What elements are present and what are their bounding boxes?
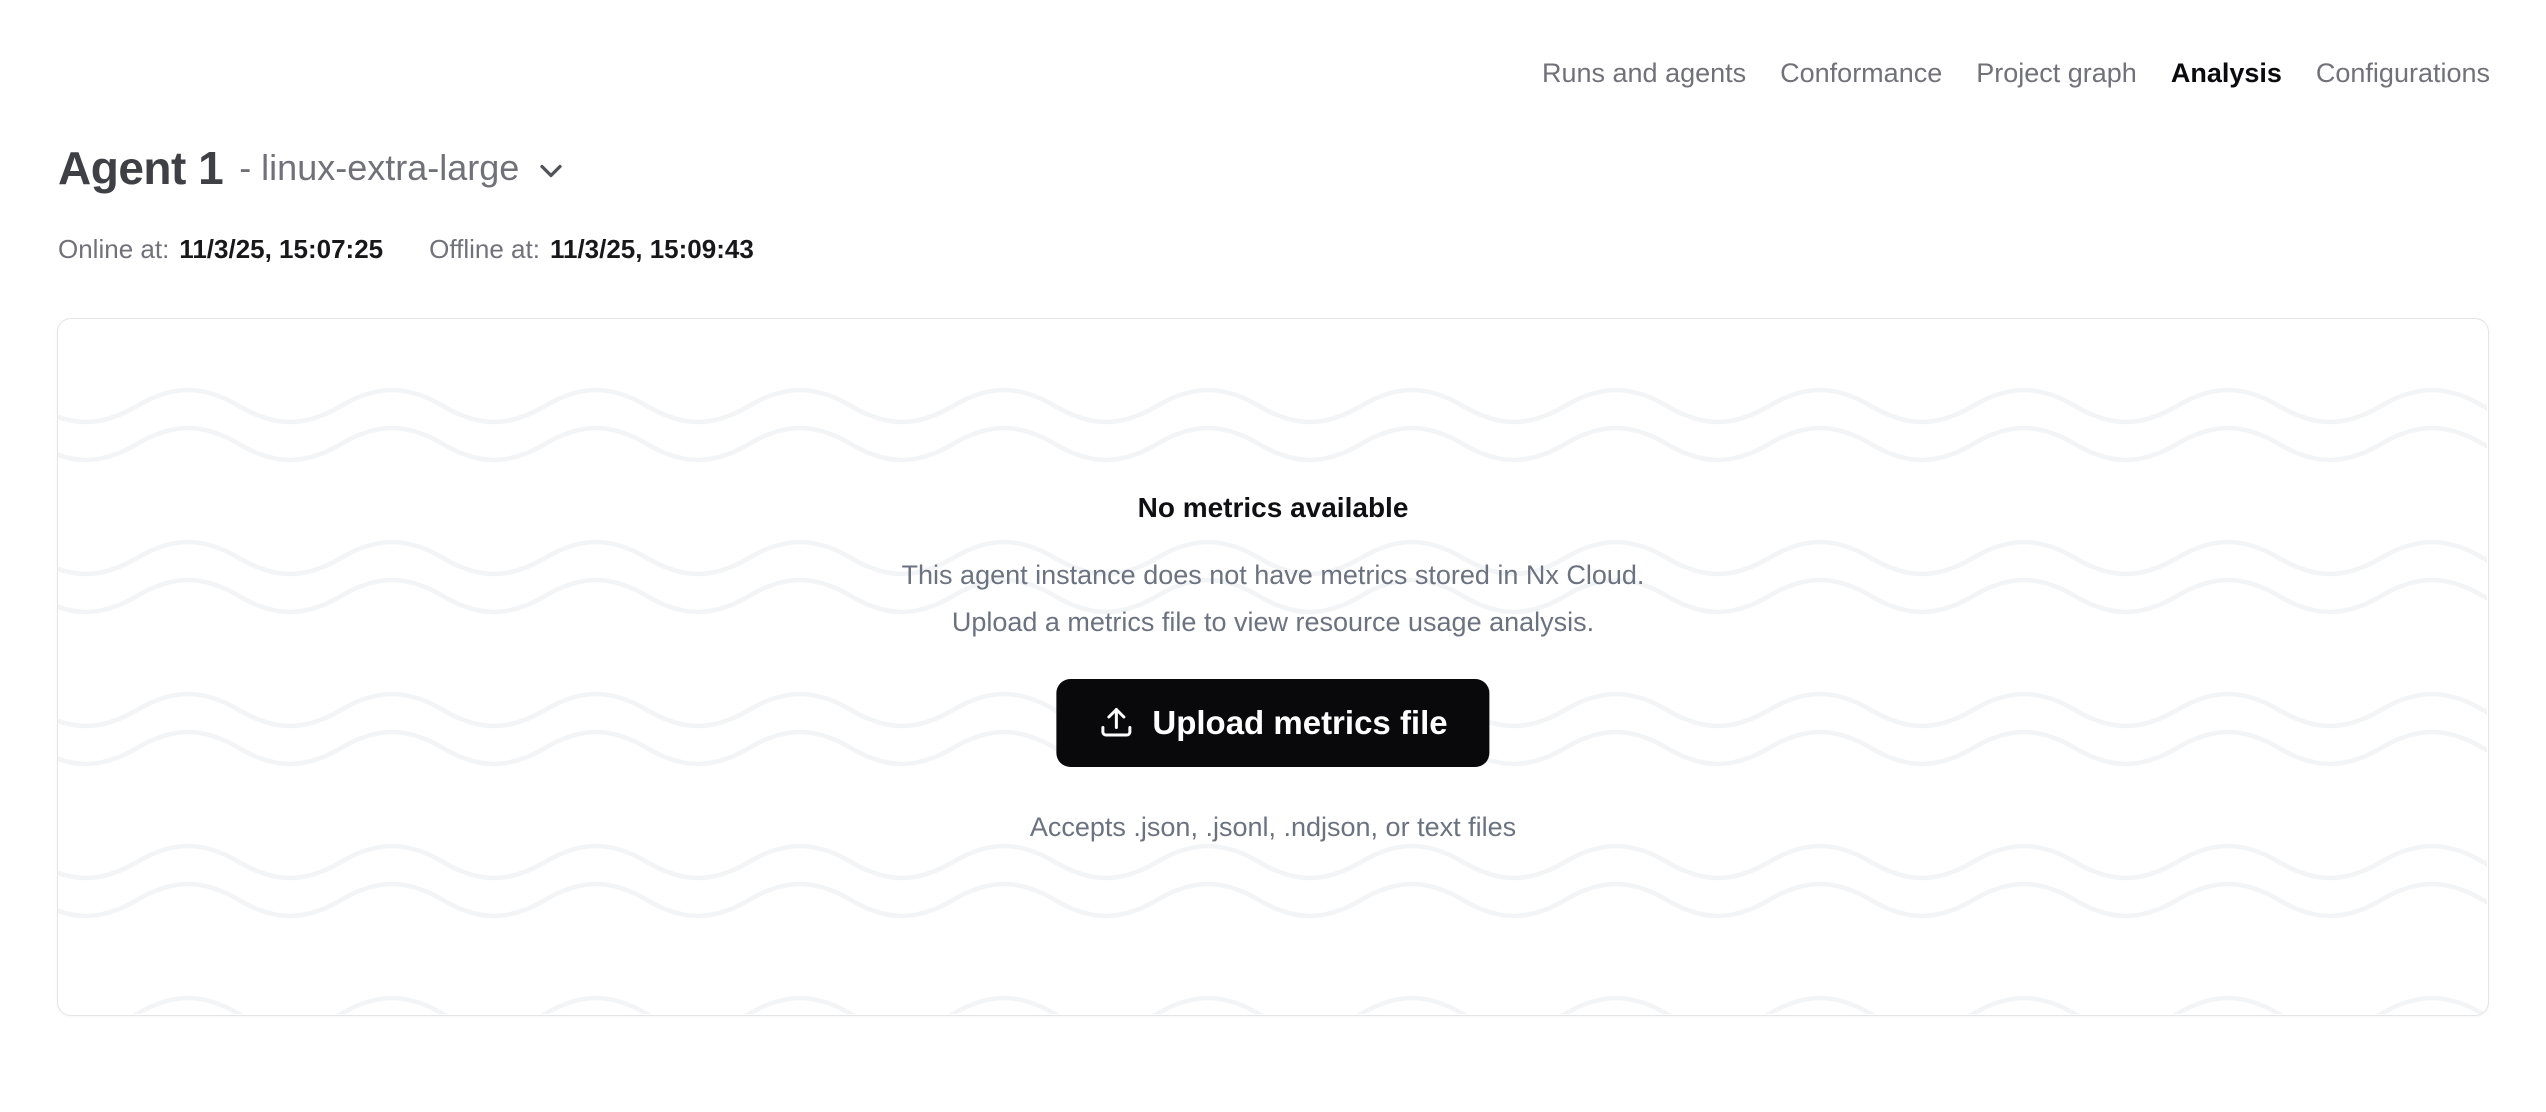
empty-state-description-line2: Upload a metrics file to view resource u… xyxy=(58,604,2488,640)
upload-icon xyxy=(1098,705,1134,741)
nav-item-configurations[interactable]: Configurations xyxy=(2316,57,2490,89)
online-label: Online at: xyxy=(58,232,169,266)
nav-item-conformance[interactable]: Conformance xyxy=(1780,57,1942,89)
online-value: 11/3/25, 15:07:25 xyxy=(179,232,383,266)
empty-state-description-line1: This agent instance does not have metric… xyxy=(58,557,2488,593)
offline-label: Offline at: xyxy=(429,232,540,266)
offline-value: 11/3/25, 15:09:43 xyxy=(550,232,754,266)
agent-times: Online at: 11/3/25, 15:07:25 Offline at:… xyxy=(58,232,754,266)
accepted-files-note: Accepts .json, .jsonl, .ndjson, or text … xyxy=(58,809,2488,845)
offline-time: Offline at: 11/3/25, 15:09:43 xyxy=(429,232,754,266)
metrics-empty-state-card: No metrics available This agent instance… xyxy=(57,318,2489,1016)
page-header: Agent 1 - linux-extra-large xyxy=(58,138,569,198)
wave-pattern-background xyxy=(58,319,2487,1014)
empty-state-title: No metrics available xyxy=(58,491,2488,525)
nav-item-project-graph[interactable]: Project graph xyxy=(1976,57,2137,89)
upload-metrics-file-button[interactable]: Upload metrics file xyxy=(1056,679,1489,767)
agent-launch-template: - linux-extra-large xyxy=(239,138,519,198)
chevron-down-icon[interactable] xyxy=(533,153,569,189)
top-navigation: Runs and agents Conformance Project grap… xyxy=(1542,57,2490,89)
page-title: Agent 1 xyxy=(58,138,223,198)
online-time: Online at: 11/3/25, 15:07:25 xyxy=(58,232,383,266)
upload-button-label: Upload metrics file xyxy=(1152,704,1447,742)
nav-item-analysis[interactable]: Analysis xyxy=(2171,57,2282,89)
agent-selector[interactable]: - linux-extra-large xyxy=(239,138,569,198)
nav-item-runs-and-agents[interactable]: Runs and agents xyxy=(1542,57,1746,89)
